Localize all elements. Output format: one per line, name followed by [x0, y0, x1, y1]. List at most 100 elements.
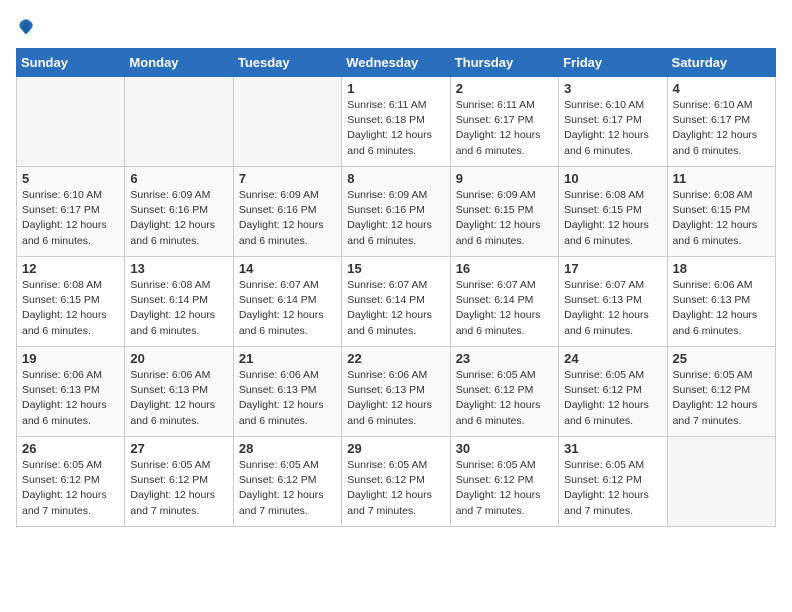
- calendar-cell: 27Sunrise: 6:05 AM Sunset: 6:12 PM Dayli…: [125, 437, 233, 527]
- day-info: Sunrise: 6:05 AM Sunset: 6:12 PM Dayligh…: [347, 458, 444, 519]
- day-info: Sunrise: 6:05 AM Sunset: 6:12 PM Dayligh…: [22, 458, 119, 519]
- day-info: Sunrise: 6:11 AM Sunset: 6:17 PM Dayligh…: [456, 98, 553, 159]
- calendar-week-4: 19 Sunrise: 6:06 AM Sunset: 6:13 PM Dayli…: [17, 347, 776, 437]
- calendar-cell: [233, 77, 341, 167]
- day-number: 22: [347, 351, 444, 366]
- calendar-cell: 21 Sunrise: 6:06 AM Sunset: 6:13 PM Dayli…: [233, 347, 341, 437]
- logo: [16, 16, 40, 36]
- calendar-cell: 16 Sunrise: 6:07 AM Sunset: 6:14 PM Dayli…: [450, 257, 558, 347]
- calendar-cell: 6 Sunrise: 6:09 AM Sunset: 6:16 PM Daylig…: [125, 167, 233, 257]
- day-number: 21: [239, 351, 336, 366]
- day-info: Sunrise: 6:08 AM Sunset: 6:15 PM Dayligh…: [564, 188, 661, 249]
- day-number: 11: [673, 171, 770, 186]
- day-info: Sunrise: 6:06 AM Sunset: 6:13 PM Dayligh…: [347, 368, 444, 429]
- calendar-cell: 17 Sunrise: 6:07 AM Sunset: 6:13 PM Dayli…: [559, 257, 667, 347]
- calendar-cell: [667, 437, 775, 527]
- calendar-cell: 2Sunrise: 6:11 AM Sunset: 6:17 PM Daylig…: [450, 77, 558, 167]
- logo-icon: [16, 16, 36, 36]
- calendar-cell: 7 Sunrise: 6:09 AM Sunset: 6:16 PM Daylig…: [233, 167, 341, 257]
- calendar-cell: [125, 77, 233, 167]
- column-header-tuesday: Tuesday: [233, 49, 341, 77]
- day-number: 16: [456, 261, 553, 276]
- column-header-wednesday: Wednesday: [342, 49, 450, 77]
- day-number: 3: [564, 81, 661, 96]
- calendar-cell: 12 Sunrise: 6:08 AM Sunset: 6:15 PM Dayli…: [17, 257, 125, 347]
- day-info: Sunrise: 6:05 AM Sunset: 6:12 PM Dayligh…: [456, 368, 553, 429]
- day-info: Sunrise: 6:06 AM Sunset: 6:13 PM Dayligh…: [130, 368, 227, 429]
- calendar-week-5: 26 Sunrise: 6:05 AM Sunset: 6:12 PM Dayli…: [17, 437, 776, 527]
- day-number: 27: [130, 441, 227, 456]
- calendar-cell: 4Sunrise: 6:10 AM Sunset: 6:17 PM Daylig…: [667, 77, 775, 167]
- day-info: Sunrise: 6:05 AM Sunset: 6:12 PM Dayligh…: [239, 458, 336, 519]
- day-info: Sunrise: 6:09 AM Sunset: 6:16 PM Dayligh…: [347, 188, 444, 249]
- calendar-table: SundayMondayTuesdayWednesdayThursdayFrid…: [16, 48, 776, 527]
- day-number: 10: [564, 171, 661, 186]
- day-info: Sunrise: 6:08 AM Sunset: 6:14 PM Dayligh…: [130, 278, 227, 339]
- day-number: 17: [564, 261, 661, 276]
- calendar-cell: 26 Sunrise: 6:05 AM Sunset: 6:12 PM Dayli…: [17, 437, 125, 527]
- calendar-cell: 19 Sunrise: 6:06 AM Sunset: 6:13 PM Dayli…: [17, 347, 125, 437]
- day-info: Sunrise: 6:06 AM Sunset: 6:13 PM Dayligh…: [239, 368, 336, 429]
- day-number: 9: [456, 171, 553, 186]
- day-number: 5: [22, 171, 119, 186]
- calendar-cell: 8 Sunrise: 6:09 AM Sunset: 6:16 PM Daylig…: [342, 167, 450, 257]
- calendar-cell: 14 Sunrise: 6:07 AM Sunset: 6:14 PM Dayli…: [233, 257, 341, 347]
- column-header-sunday: Sunday: [17, 49, 125, 77]
- day-number: 8: [347, 171, 444, 186]
- day-info: Sunrise: 6:05 AM Sunset: 6:12 PM Dayligh…: [564, 458, 661, 519]
- day-info: Sunrise: 6:06 AM Sunset: 6:13 PM Dayligh…: [673, 278, 770, 339]
- day-number: 1: [347, 81, 444, 96]
- day-number: 25: [673, 351, 770, 366]
- calendar-cell: 5Sunrise: 6:10 AM Sunset: 6:17 PM Daylig…: [17, 167, 125, 257]
- day-number: 24: [564, 351, 661, 366]
- calendar-cell: 10 Sunrise: 6:08 AM Sunset: 6:15 PM Dayli…: [559, 167, 667, 257]
- day-info: Sunrise: 6:07 AM Sunset: 6:14 PM Dayligh…: [239, 278, 336, 339]
- day-info: Sunrise: 6:08 AM Sunset: 6:15 PM Dayligh…: [22, 278, 119, 339]
- calendar-cell: 25Sunrise: 6:05 AM Sunset: 6:12 PM Dayli…: [667, 347, 775, 437]
- day-info: Sunrise: 6:07 AM Sunset: 6:14 PM Dayligh…: [456, 278, 553, 339]
- day-info: Sunrise: 6:07 AM Sunset: 6:13 PM Dayligh…: [564, 278, 661, 339]
- day-number: 19: [22, 351, 119, 366]
- day-number: 12: [22, 261, 119, 276]
- day-number: 14: [239, 261, 336, 276]
- day-number: 26: [22, 441, 119, 456]
- day-info: Sunrise: 6:11 AM Sunset: 6:18 PM Dayligh…: [347, 98, 444, 159]
- day-number: 20: [130, 351, 227, 366]
- calendar-cell: 13 Sunrise: 6:08 AM Sunset: 6:14 PM Dayli…: [125, 257, 233, 347]
- column-header-friday: Friday: [559, 49, 667, 77]
- column-header-monday: Monday: [125, 49, 233, 77]
- calendar-header-row: SundayMondayTuesdayWednesdayThursdayFrid…: [17, 49, 776, 77]
- calendar-cell: 24 Sunrise: 6:05 AM Sunset: 6:12 PM Dayli…: [559, 347, 667, 437]
- column-header-thursday: Thursday: [450, 49, 558, 77]
- day-number: 30: [456, 441, 553, 456]
- day-info: Sunrise: 6:09 AM Sunset: 6:16 PM Dayligh…: [239, 188, 336, 249]
- calendar-week-3: 12 Sunrise: 6:08 AM Sunset: 6:15 PM Dayli…: [17, 257, 776, 347]
- calendar-week-1: 1 Sunrise: 6:11 AM Sunset: 6:18 PM Daylig…: [17, 77, 776, 167]
- calendar-cell: 18 Sunrise: 6:06 AM Sunset: 6:13 PM Dayli…: [667, 257, 775, 347]
- day-number: 28: [239, 441, 336, 456]
- calendar-cell: 31Sunrise: 6:05 AM Sunset: 6:12 PM Dayli…: [559, 437, 667, 527]
- calendar-cell: 29Sunrise: 6:05 AM Sunset: 6:12 PM Dayli…: [342, 437, 450, 527]
- column-header-saturday: Saturday: [667, 49, 775, 77]
- calendar-cell: 30Sunrise: 6:05 AM Sunset: 6:12 PM Dayli…: [450, 437, 558, 527]
- calendar-cell: 3Sunrise: 6:10 AM Sunset: 6:17 PM Daylig…: [559, 77, 667, 167]
- day-info: Sunrise: 6:07 AM Sunset: 6:14 PM Dayligh…: [347, 278, 444, 339]
- page-header: [16, 16, 776, 36]
- day-number: 13: [130, 261, 227, 276]
- calendar-cell: [17, 77, 125, 167]
- day-info: Sunrise: 6:05 AM Sunset: 6:12 PM Dayligh…: [564, 368, 661, 429]
- day-number: 18: [673, 261, 770, 276]
- day-number: 23: [456, 351, 553, 366]
- day-number: 6: [130, 171, 227, 186]
- day-info: Sunrise: 6:09 AM Sunset: 6:15 PM Dayligh…: [456, 188, 553, 249]
- day-info: Sunrise: 6:06 AM Sunset: 6:13 PM Dayligh…: [22, 368, 119, 429]
- calendar-cell: 28 Sunrise: 6:05 AM Sunset: 6:12 PM Dayli…: [233, 437, 341, 527]
- day-number: 7: [239, 171, 336, 186]
- calendar-week-2: 5Sunrise: 6:10 AM Sunset: 6:17 PM Daylig…: [17, 167, 776, 257]
- day-info: Sunrise: 6:08 AM Sunset: 6:15 PM Dayligh…: [673, 188, 770, 249]
- calendar-cell: 22 Sunrise: 6:06 AM Sunset: 6:13 PM Dayli…: [342, 347, 450, 437]
- calendar-cell: 23 Sunrise: 6:05 AM Sunset: 6:12 PM Dayli…: [450, 347, 558, 437]
- calendar-cell: 15Sunrise: 6:07 AM Sunset: 6:14 PM Dayli…: [342, 257, 450, 347]
- day-info: Sunrise: 6:09 AM Sunset: 6:16 PM Dayligh…: [130, 188, 227, 249]
- day-number: 4: [673, 81, 770, 96]
